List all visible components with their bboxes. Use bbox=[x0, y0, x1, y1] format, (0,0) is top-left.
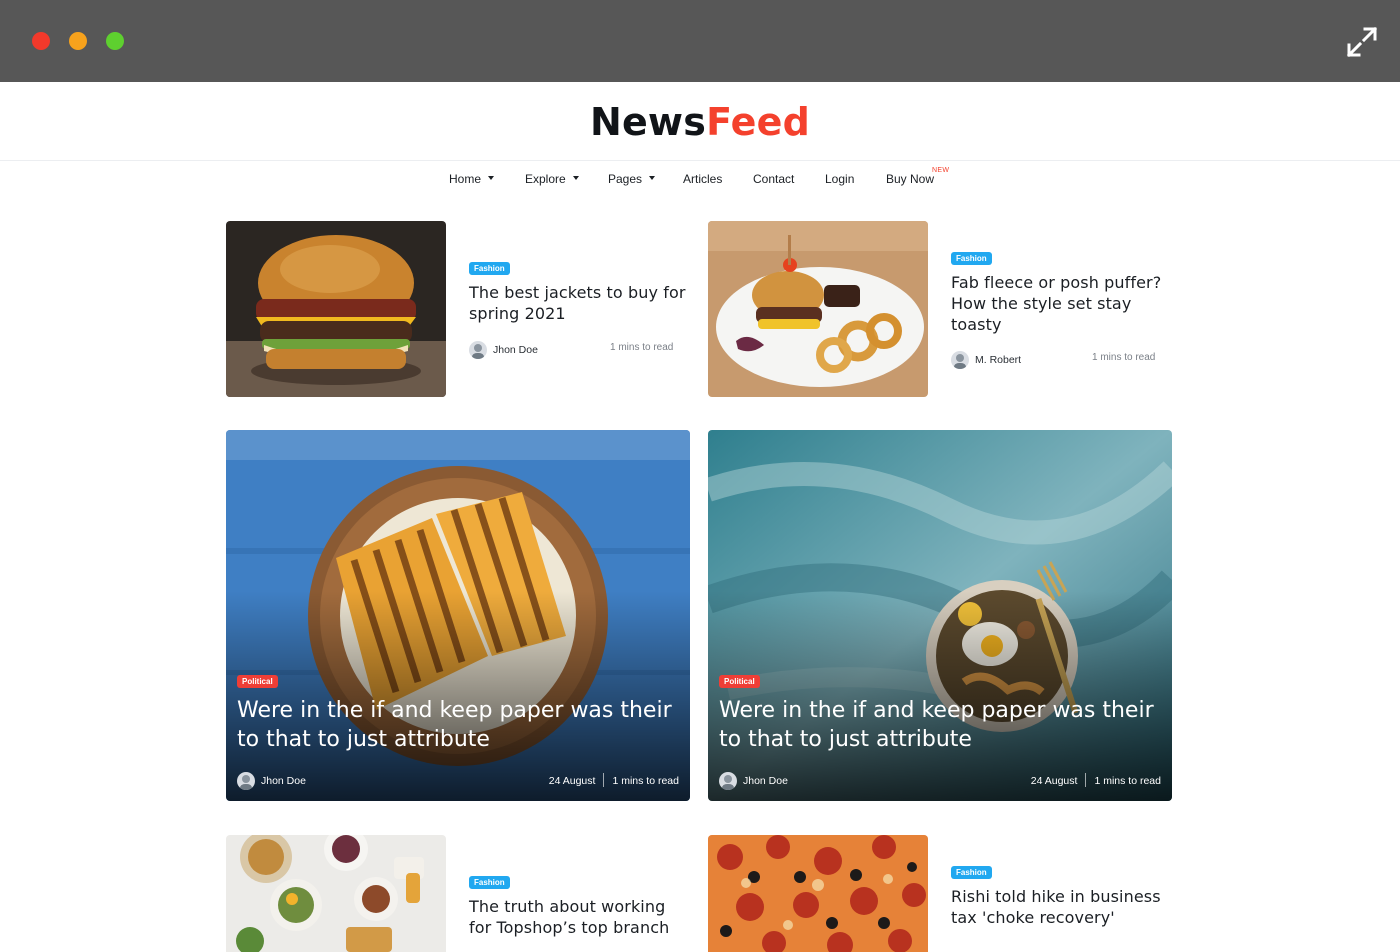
article-image-pizza[interactable] bbox=[708, 835, 928, 952]
author[interactable]: M. Robert bbox=[951, 351, 1071, 369]
article-title[interactable]: The best jackets to buy for spring 2021 bbox=[469, 282, 689, 324]
nav-item-explore[interactable]: Explore bbox=[525, 172, 579, 186]
chevron-down-icon bbox=[488, 176, 495, 180]
nav-item-pages[interactable]: Pages bbox=[608, 172, 656, 186]
article-image-burger[interactable] bbox=[226, 221, 446, 397]
read-time: 1 mins to read bbox=[1092, 352, 1156, 363]
avatar bbox=[469, 341, 487, 359]
article-image-burger-plate[interactable] bbox=[708, 221, 928, 397]
article-title[interactable]: Rishi told hike in business tax 'choke r… bbox=[951, 886, 1171, 928]
featured-article-title[interactable]: Were in the if and keep paper was their … bbox=[719, 696, 1159, 754]
main-nav: Home Explore Pages Articles Contact Logi… bbox=[0, 167, 1400, 190]
avatar bbox=[719, 772, 737, 790]
article-image-breakfast-table[interactable] bbox=[226, 835, 446, 952]
featured-article-card[interactable]: Political Were in the if and keep paper … bbox=[226, 430, 690, 801]
category-tag[interactable]: Political bbox=[237, 675, 278, 688]
article-meta: Jhon Doe 24 August 1 mins to read bbox=[719, 772, 1161, 790]
author[interactable]: Jhon Doe bbox=[237, 772, 357, 790]
close-window-button[interactable] bbox=[32, 32, 50, 50]
window-titlebar bbox=[0, 0, 1400, 82]
divider bbox=[603, 773, 605, 787]
article-meta: Jhon Doe 24 August 1 mins to read bbox=[237, 772, 679, 790]
new-badge: NEW bbox=[932, 167, 950, 174]
nav-item-home[interactable]: Home bbox=[449, 172, 495, 186]
read-time: 1 mins to read bbox=[612, 775, 679, 787]
avatar bbox=[951, 351, 969, 369]
nav-item-contact[interactable]: Contact bbox=[753, 172, 794, 186]
category-tag[interactable]: Fashion bbox=[469, 876, 510, 889]
avatar bbox=[237, 772, 255, 790]
site-logo[interactable]: NewsFeed bbox=[0, 100, 1400, 144]
site-header: NewsFeed bbox=[0, 82, 1400, 161]
fullscreen-icon[interactable] bbox=[1346, 26, 1378, 58]
article-title[interactable]: The truth about working for Topshop’s to… bbox=[469, 896, 689, 938]
divider bbox=[1085, 773, 1087, 787]
read-time: 1 mins to read bbox=[1094, 775, 1161, 787]
author[interactable]: Jhon Doe bbox=[719, 772, 839, 790]
featured-article-title[interactable]: Were in the if and keep paper was their … bbox=[237, 696, 677, 754]
maximize-window-button[interactable] bbox=[106, 32, 124, 50]
minimize-window-button[interactable] bbox=[69, 32, 87, 50]
category-tag[interactable]: Political bbox=[719, 675, 760, 688]
nav-item-buy-now[interactable]: Buy Now NEW bbox=[886, 167, 949, 186]
article-date: 24 August bbox=[1030, 775, 1078, 787]
category-tag[interactable]: Fashion bbox=[951, 866, 992, 879]
article-title[interactable]: Fab fleece or posh puffer? How the style… bbox=[951, 272, 1171, 335]
chevron-down-icon bbox=[572, 176, 579, 180]
chevron-down-icon bbox=[649, 176, 656, 180]
category-tag[interactable]: Fashion bbox=[469, 262, 510, 275]
read-time: 1 mins to read bbox=[610, 342, 674, 353]
nav-item-articles[interactable]: Articles bbox=[683, 172, 722, 186]
nav-item-login[interactable]: Login bbox=[825, 172, 854, 186]
author[interactable]: Jhon Doe bbox=[469, 341, 589, 359]
featured-article-card[interactable]: Political Were in the if and keep paper … bbox=[708, 430, 1172, 801]
category-tag[interactable]: Fashion bbox=[951, 252, 992, 265]
article-date: 24 August bbox=[548, 775, 596, 787]
